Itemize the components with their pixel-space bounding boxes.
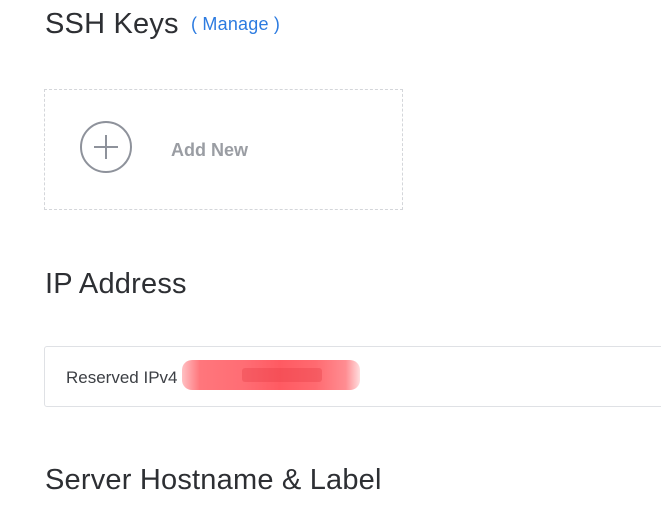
ip-address-section-title: IP Address bbox=[45, 268, 187, 300]
add-new-ssh-key-card[interactable]: Add New bbox=[44, 89, 403, 210]
manage-ssh-keys-link[interactable]: ( Manage ) bbox=[191, 14, 280, 34]
redacted-ip-value bbox=[182, 360, 360, 390]
deploy-server-form: SSH Keys ( Manage ) Add New IP Address R… bbox=[0, 0, 661, 517]
reserved-ip-select[interactable]: Reserved IPv4 bbox=[44, 346, 661, 407]
ssh-keys-title-text: SSH Keys bbox=[45, 8, 179, 40]
server-hostname-section-title: Server Hostname & Label bbox=[45, 464, 382, 496]
plus-circle-icon bbox=[80, 121, 132, 173]
add-new-label: Add New bbox=[171, 140, 249, 160]
reserved-ip-label: Reserved IPv4 bbox=[66, 368, 178, 387]
ssh-keys-section-title: SSH Keys ( Manage ) bbox=[45, 8, 280, 41]
